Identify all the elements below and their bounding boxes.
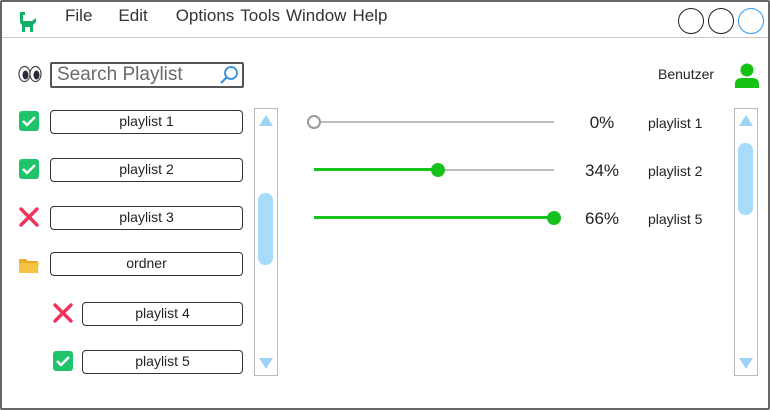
eyes-icon xyxy=(18,65,42,83)
search-icon[interactable] xyxy=(219,65,239,85)
mix-slider[interactable] xyxy=(307,115,554,129)
scroll-down-arrow-icon[interactable] xyxy=(739,358,753,369)
checkbox-checked-icon[interactable] xyxy=(18,158,40,180)
minimize-button[interactable] xyxy=(678,8,704,34)
slider-knob[interactable] xyxy=(307,115,321,129)
scroll-up-arrow-icon[interactable] xyxy=(739,115,753,126)
mix-slider[interactable] xyxy=(314,163,554,177)
mix-playlist-name: playlist 1 xyxy=(648,115,703,131)
checkbox-checked-icon[interactable] xyxy=(18,110,40,132)
user-icon[interactable] xyxy=(734,62,760,88)
folder-icon[interactable] xyxy=(18,254,40,276)
user-label: Benutzer xyxy=(658,66,715,82)
scroll-thumb[interactable] xyxy=(738,143,753,215)
cross-excluded-icon[interactable] xyxy=(18,206,40,228)
close-button[interactable] xyxy=(738,8,764,34)
checkbox-checked-icon[interactable] xyxy=(52,350,74,372)
scroll-up-arrow-icon[interactable] xyxy=(259,115,273,126)
mix-slider[interactable] xyxy=(314,211,561,225)
slider-fill xyxy=(314,216,554,219)
search-input[interactable] xyxy=(52,64,212,86)
playlist-item[interactable]: playlist 2 xyxy=(50,158,243,182)
scroll-down-arrow-icon[interactable] xyxy=(259,358,273,369)
menu-options[interactable]: Options xyxy=(173,6,238,26)
playlist-item[interactable]: playlist 4 xyxy=(82,302,243,326)
menu-tools[interactable]: Tools xyxy=(237,6,283,26)
search-box xyxy=(50,62,244,88)
playlist-item[interactable]: playlist 1 xyxy=(50,110,243,134)
mix-percent: 0% xyxy=(589,113,615,132)
playlist-item[interactable]: playlist 5 xyxy=(82,350,243,374)
window-controls xyxy=(678,8,764,34)
mix-scrollbar[interactable] xyxy=(734,108,758,376)
mix-playlist-name: playlist 5 xyxy=(648,211,703,227)
slider-knob[interactable] xyxy=(547,211,561,225)
menu-window[interactable]: Window xyxy=(283,6,349,26)
slider-knob[interactable] xyxy=(431,163,445,177)
menu-bar: File Edit Options Tools Window Help xyxy=(62,6,390,26)
mix-percent: 34% xyxy=(584,161,620,180)
slider-track xyxy=(314,121,554,123)
playlist-item[interactable]: playlist 3 xyxy=(50,206,243,230)
title-bar: File Edit Options Tools Window Help xyxy=(2,2,768,38)
menu-file[interactable]: File xyxy=(62,6,95,26)
playlist-scrollbar[interactable] xyxy=(254,108,278,376)
maximize-button[interactable] xyxy=(708,8,734,34)
cross-excluded-icon[interactable] xyxy=(52,302,74,324)
menu-edit[interactable]: Edit xyxy=(115,6,150,26)
folder-item[interactable]: ordner xyxy=(50,252,243,276)
slider-fill xyxy=(314,168,438,171)
app-window: File Edit Options Tools Window Help Benu… xyxy=(0,0,770,410)
scroll-thumb[interactable] xyxy=(258,193,273,265)
mix-percent: 66% xyxy=(584,209,620,228)
dinosaur-logo-icon xyxy=(20,12,36,32)
menu-help[interactable]: Help xyxy=(349,6,390,26)
mix-playlist-name: playlist 2 xyxy=(648,163,703,179)
